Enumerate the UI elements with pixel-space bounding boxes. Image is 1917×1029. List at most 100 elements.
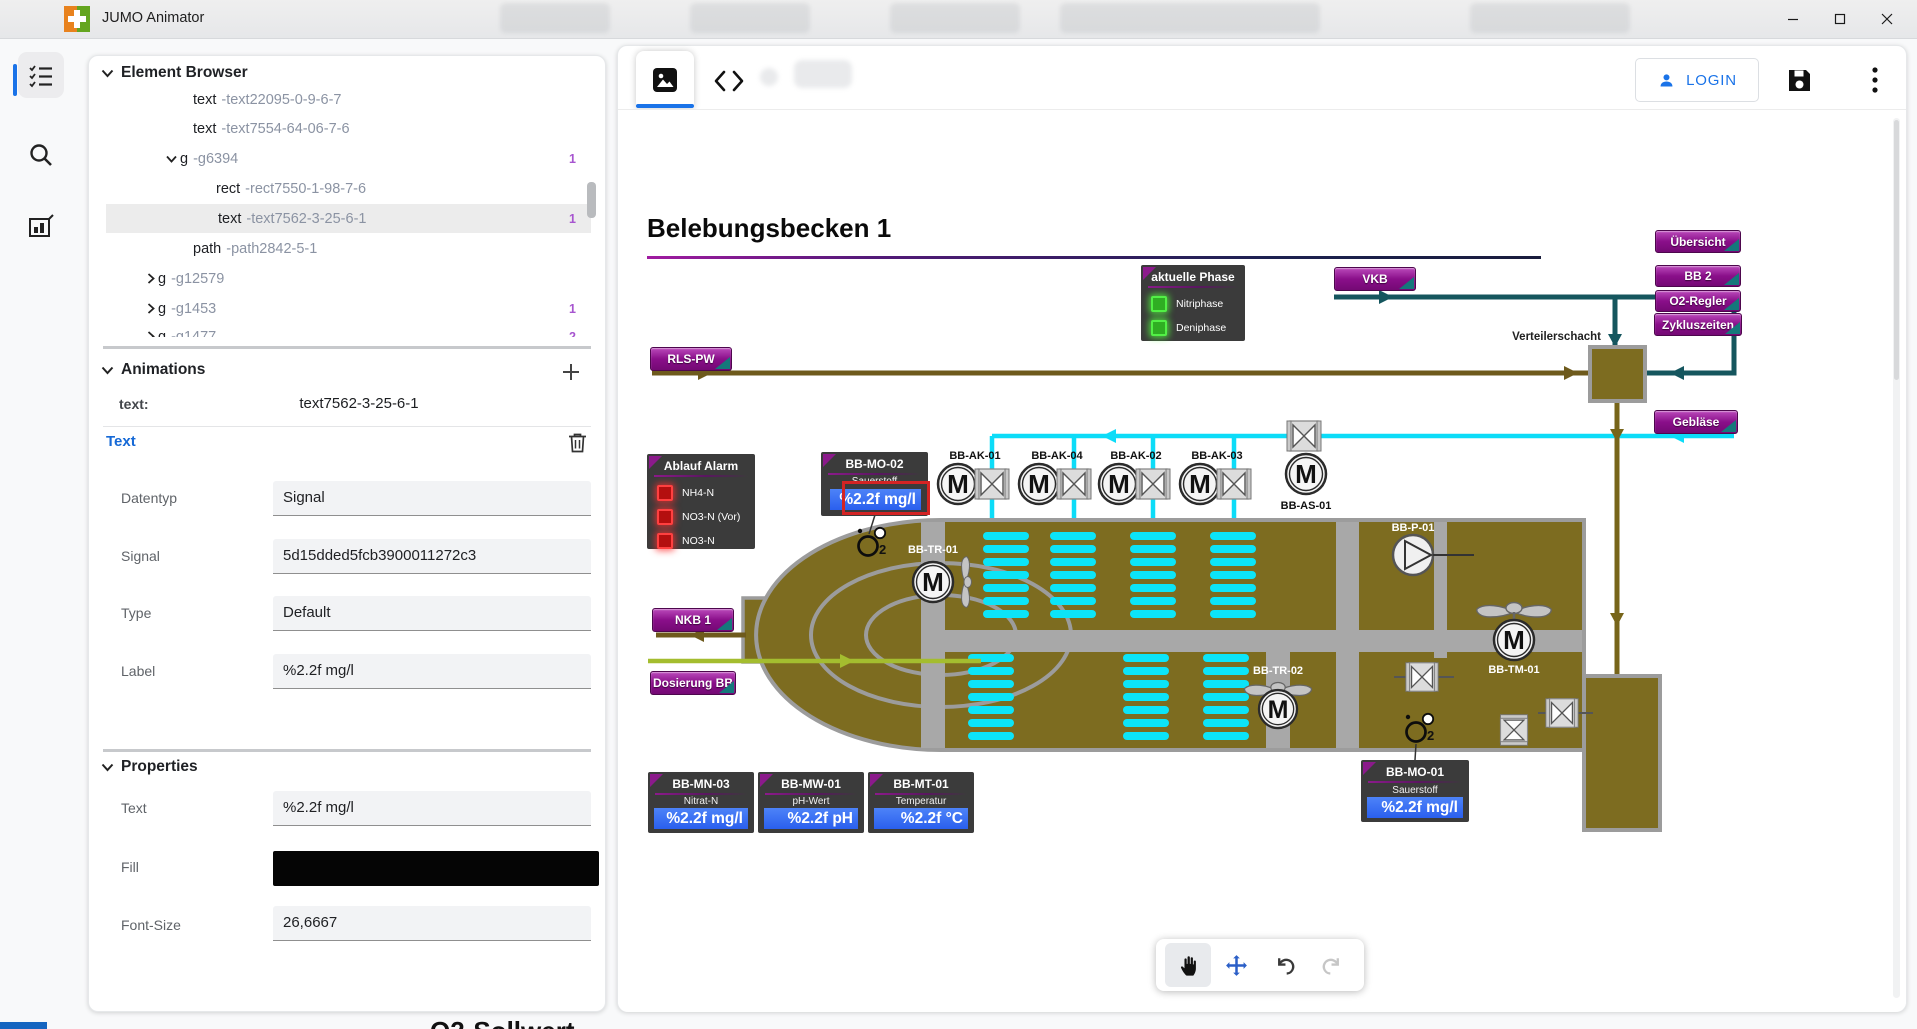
tree-row[interactable]: path-path2842-5-1 bbox=[89, 234, 605, 263]
field-input-type[interactable]: Default bbox=[273, 596, 591, 631]
close-button[interactable] bbox=[1864, 0, 1910, 38]
code-view-button[interactable] bbox=[706, 58, 752, 104]
alarm-panel[interactable]: Ablauf Alarm NH4-N NO3-N (Vor) NO3-N bbox=[647, 454, 755, 549]
nav-button-vkb[interactable]: VKB bbox=[1334, 267, 1416, 291]
outlet-shaft-box[interactable] bbox=[1584, 676, 1660, 830]
hand-icon bbox=[1175, 952, 1201, 978]
code-icon bbox=[714, 69, 744, 93]
nav-button-rls-pw[interactable]: RLS-PW bbox=[650, 347, 732, 371]
basin-wall bbox=[1336, 522, 1359, 748]
field-label-label: Label bbox=[121, 663, 155, 679]
sensor-value: %2.2f °C bbox=[874, 808, 968, 829]
canvas-scrollbar-thumb[interactable] bbox=[1894, 120, 1899, 380]
undo-button[interactable] bbox=[1261, 943, 1307, 987]
page-title: Belebungsbecken 1 bbox=[647, 213, 891, 244]
svg-text:M: M bbox=[1028, 469, 1050, 499]
equipment-bb-ak-03[interactable]: M BB-AK-03 bbox=[1180, 450, 1251, 504]
add-animation-button[interactable] bbox=[557, 358, 585, 386]
sensor-id: BB-MW-01 bbox=[758, 772, 864, 791]
element-browser-header[interactable]: Element Browser bbox=[101, 64, 248, 82]
tree-row[interactable]: g-g1453 1 bbox=[89, 294, 605, 323]
phase-status-panel[interactable]: aktuelle Phase Nitriphase Deniphase bbox=[1141, 265, 1245, 341]
header-underline bbox=[654, 475, 748, 477]
nav-button-nkb1[interactable]: NKB 1 bbox=[652, 608, 734, 632]
sensor-box-bb-mn-03[interactable]: BB-MN-03 Nitrat-N %2.2f mg/l bbox=[648, 772, 754, 833]
nav-button-geblaese[interactable]: Gebläse bbox=[1654, 410, 1738, 434]
editor-selection-rect[interactable] bbox=[842, 481, 930, 515]
titlebar[interactable]: JUMO Animator bbox=[0, 0, 1917, 39]
chevron-right-icon[interactable] bbox=[147, 331, 155, 337]
pan-tool-button[interactable] bbox=[1165, 943, 1211, 987]
basin-wall bbox=[1434, 522, 1447, 658]
equipment-bb-ak-02[interactable]: M BB-AK-02 bbox=[1099, 450, 1170, 504]
sensor-box-bb-mo-01[interactable]: BB-MO-01 Sauerstoff %2.2f mg/l bbox=[1361, 760, 1469, 822]
rail-library-button[interactable] bbox=[18, 203, 64, 249]
property-input-fontsize[interactable]: 26,6667 bbox=[273, 906, 591, 941]
sensor-box-bb-mw-01[interactable]: BB-MW-01 pH-Wert %2.2f pH bbox=[758, 772, 864, 833]
tree-row[interactable]: g-g6394 1 bbox=[89, 144, 605, 173]
tree-scrollbar-thumb[interactable] bbox=[587, 182, 596, 218]
field-input-datentyp[interactable]: Signal bbox=[273, 481, 591, 516]
svg-text:BB-TM-01: BB-TM-01 bbox=[1488, 664, 1539, 676]
field-input-signal[interactable]: 5d15dded5fcb3900011272c3 bbox=[273, 539, 591, 574]
redo-button[interactable] bbox=[1309, 943, 1355, 987]
sensor-box-bb-mo-02[interactable]: BB-MO-02 Sauerstoff %2.2f mg/l bbox=[821, 452, 928, 516]
active-tab-indicator bbox=[636, 104, 694, 108]
animation-target-value: text7562-3-25-6-1 bbox=[239, 395, 479, 412]
svg-text:BB-P-01: BB-P-01 bbox=[1392, 522, 1435, 534]
editor-area: LOGIN bbox=[617, 45, 1907, 1012]
sensor-param: Nitrat-N bbox=[648, 796, 754, 807]
login-button[interactable]: LOGIN bbox=[1635, 58, 1759, 102]
nav-button-zykluszeiten[interactable]: Zykluszeiten bbox=[1654, 313, 1742, 336]
svg-text:M: M bbox=[1295, 459, 1317, 489]
equipment-bb-ak-01[interactable]: M BB-AK-01 bbox=[938, 450, 1009, 504]
tree-row[interactable]: text-text7554-64-06-7-6 bbox=[89, 114, 605, 143]
field-input-label[interactable]: %2.2f mg/l bbox=[273, 654, 591, 689]
tree-row[interactable]: g-g1477 2 bbox=[89, 322, 605, 337]
sensor-box-bb-mt-01[interactable]: BB-MT-01 Temperatur %2.2f °C bbox=[868, 772, 974, 833]
nav-button-dosierung-bb[interactable]: Dosierung BB bbox=[650, 671, 736, 695]
delete-animation-button[interactable] bbox=[563, 428, 591, 456]
equipment-bb-ak-04[interactable]: M BB-AK-04 bbox=[1019, 450, 1091, 504]
chevron-right-icon[interactable] bbox=[147, 273, 155, 284]
tree-row[interactable]: rect-rect7550-1-98-7-6 bbox=[89, 174, 605, 203]
nav-button-bb2[interactable]: BB 2 bbox=[1655, 265, 1741, 287]
move-tool-button[interactable] bbox=[1213, 943, 1259, 987]
design-view-tab[interactable] bbox=[636, 51, 694, 108]
rail-search-button[interactable] bbox=[18, 132, 64, 178]
tree-row[interactable]: text-text22095-0-9-6-7 bbox=[89, 85, 605, 114]
rail-elements-button[interactable] bbox=[18, 52, 64, 98]
tree-row[interactable]: g-g12579 bbox=[89, 264, 605, 293]
chevron-down-icon[interactable] bbox=[166, 155, 177, 163]
chevron-down-icon bbox=[101, 69, 114, 78]
rls-flow-line bbox=[652, 366, 1590, 380]
row-divider bbox=[103, 426, 591, 427]
redo-icon bbox=[1320, 953, 1345, 978]
title-underline bbox=[647, 256, 1541, 259]
minimize-button[interactable] bbox=[1770, 0, 1816, 38]
save-button[interactable] bbox=[1780, 61, 1818, 99]
alarm-panel-title: Ablauf Alarm bbox=[647, 454, 755, 473]
nav-button-uebersicht[interactable]: Übersicht bbox=[1655, 230, 1741, 253]
properties-header[interactable]: Properties bbox=[101, 758, 198, 776]
canvas-scrollbar[interactable] bbox=[1893, 118, 1900, 998]
verteilerschacht-box[interactable] bbox=[1590, 347, 1645, 401]
maximize-button[interactable] bbox=[1817, 0, 1863, 38]
menu-kebab-button[interactable] bbox=[1856, 61, 1894, 99]
svg-text:BB-TR-02: BB-TR-02 bbox=[1253, 665, 1303, 677]
property-input-text[interactable]: %2.2f mg/l bbox=[273, 791, 591, 826]
property-fill-swatch[interactable] bbox=[273, 851, 599, 886]
sensor-id: BB-MO-02 bbox=[821, 452, 928, 471]
nav-button-o2-regler[interactable]: O2-Regler bbox=[1655, 290, 1741, 312]
animations-header[interactable]: Animations bbox=[101, 361, 205, 379]
header-underline bbox=[1368, 781, 1462, 783]
drawing-canvas[interactable]: Verteilerschacht M BB-AK-01 M BB-AK-04 bbox=[618, 109, 1906, 1012]
chevron-right-icon[interactable] bbox=[147, 303, 155, 314]
titlebar-ghost bbox=[500, 3, 610, 33]
animation-group-title[interactable]: Text bbox=[106, 433, 136, 450]
svg-text:M: M bbox=[947, 469, 969, 499]
svg-text:BB-AK-04: BB-AK-04 bbox=[1031, 450, 1083, 462]
tree-row-selected[interactable]: text-text7562-3-25-6-1 1 bbox=[89, 204, 605, 233]
user-icon bbox=[1657, 71, 1676, 90]
verteiler-down-line bbox=[1610, 401, 1624, 676]
